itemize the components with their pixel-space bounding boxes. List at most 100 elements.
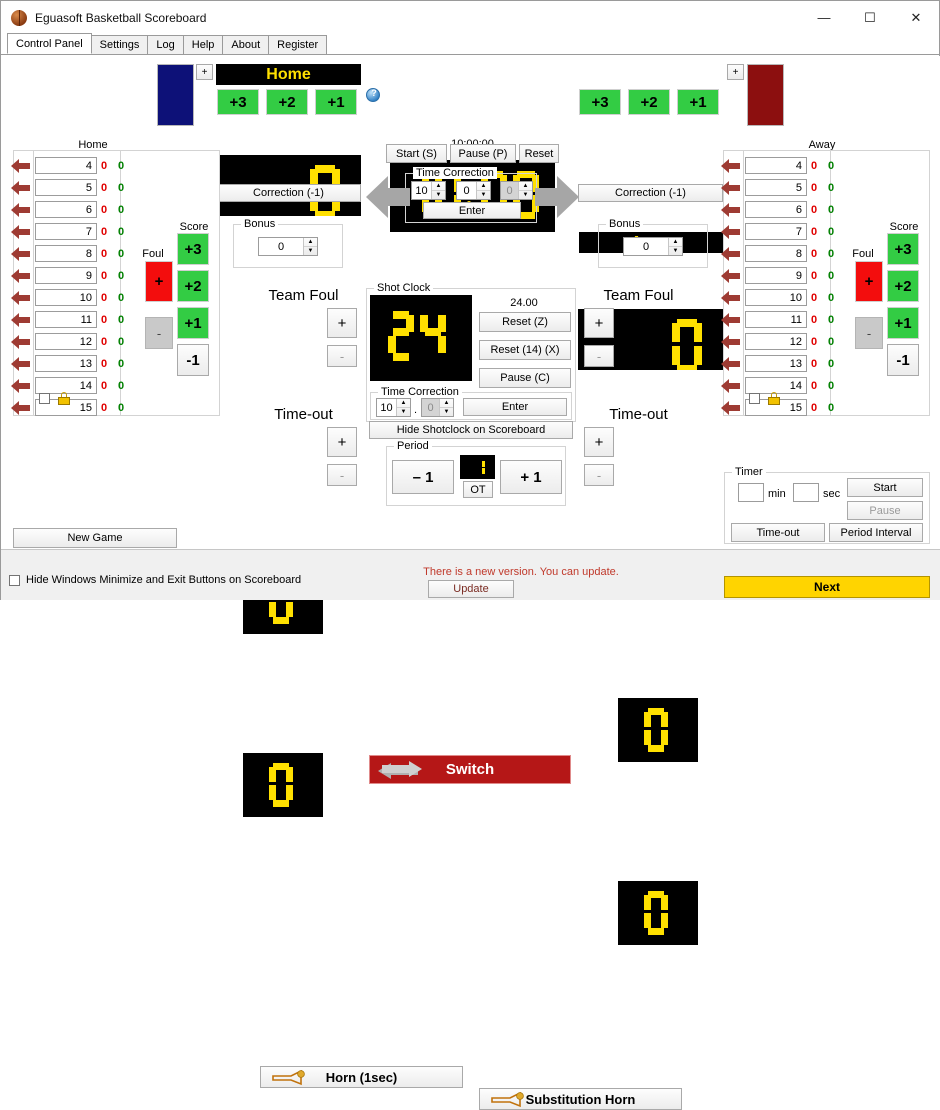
game-clock-corr-minutes-spinner[interactable]: ▲ ▼ — [476, 182, 490, 199]
home-timeout-plus-button[interactable]: + — [327, 427, 357, 457]
player-substitute-arrow-icon[interactable] — [11, 400, 30, 416]
shot-clock-pause-button[interactable]: Pause (C) — [479, 368, 571, 388]
player-substitute-arrow-icon[interactable] — [11, 224, 30, 240]
period-ot-button[interactable]: OT — [463, 481, 493, 498]
away-team-color[interactable] — [747, 64, 784, 126]
home-timeout-minus-button[interactable]: - — [327, 464, 357, 486]
hide-window-buttons-checkbox[interactable] — [9, 574, 20, 586]
away-add-1-button[interactable]: +1 — [677, 89, 719, 115]
horn-button[interactable]: Horn (1sec) — [260, 1066, 463, 1088]
player-number-input[interactable]: 7 — [35, 223, 97, 240]
home-team-color[interactable] — [157, 64, 194, 126]
player-number-input[interactable]: 11 — [745, 311, 807, 328]
player-number-input[interactable]: 6 — [35, 201, 97, 218]
minimize-icon[interactable]: — — [801, 1, 847, 34]
home-player-plus2-button[interactable]: +2 — [177, 270, 209, 302]
away-player-foul-plus-button[interactable]: + — [855, 261, 883, 302]
home-add-1-button[interactable]: +1 — [315, 89, 357, 115]
timer-period-interval-button[interactable]: Period Interval — [829, 523, 923, 542]
shot-clock-corr-seconds[interactable]: 10 ▲ ▼ — [376, 398, 411, 417]
away-player-plus3-button[interactable]: +3 — [887, 233, 919, 265]
tab-control-panel[interactable]: Control Panel — [7, 33, 92, 54]
away-add-3-button[interactable]: +3 — [579, 89, 621, 115]
away-timeout-plus-button[interactable]: + — [584, 427, 614, 457]
player-substitute-arrow-icon[interactable] — [721, 180, 740, 196]
player-number-input[interactable]: 13 — [745, 355, 807, 372]
game-clock-corr-seconds-spinner[interactable]: ▲ ▼ — [518, 182, 532, 199]
game-clock-corr-seconds[interactable]: 0 ▲ ▼ — [500, 181, 533, 200]
tab-settings[interactable]: Settings — [90, 35, 149, 54]
tab-about[interactable]: About — [222, 35, 270, 54]
timer-pause-button[interactable]: Pause — [847, 501, 923, 520]
close-icon[interactable]: ✕ — [893, 1, 939, 34]
player-number-input[interactable]: 8 — [35, 245, 97, 262]
player-number-input[interactable]: 10 — [35, 289, 97, 306]
away-roster-lock-icon[interactable] — [768, 392, 780, 405]
away-player-minus1-button[interactable]: -1 — [887, 344, 919, 376]
shot-clock-correction-enter-button[interactable]: Enter — [463, 398, 567, 416]
player-substitute-arrow-icon[interactable] — [11, 290, 30, 306]
away-player-foul-minus-button[interactable]: - — [855, 317, 883, 349]
game-clock-pause-button[interactable]: Pause (P) — [450, 144, 516, 163]
timer-sec-input[interactable] — [793, 483, 819, 502]
game-clock-corr-hours-spinner[interactable]: ▲ ▼ — [431, 182, 445, 199]
shot-clock-reset-button[interactable]: Reset (Z) — [479, 312, 571, 332]
tab-log[interactable]: Log — [147, 35, 184, 54]
player-substitute-arrow-icon[interactable] — [11, 378, 30, 394]
away-team-foul-plus-button[interactable]: + — [584, 308, 614, 338]
player-number-input[interactable]: 12 — [745, 333, 807, 350]
player-substitute-arrow-icon[interactable] — [721, 290, 740, 306]
player-substitute-arrow-icon[interactable] — [721, 158, 740, 174]
home-player-foul-minus-button[interactable]: - — [145, 317, 173, 349]
game-clock-start-button[interactable]: Start (S) — [386, 144, 447, 163]
player-substitute-arrow-icon[interactable] — [721, 224, 740, 240]
home-roster-lock-checkbox[interactable] — [39, 393, 50, 404]
substitution-horn-button[interactable]: Substitution Horn — [479, 1088, 682, 1110]
timer-start-button[interactable]: Start — [847, 478, 923, 497]
shot-clock-corr-tenths-spinner[interactable]: ▲ ▼ — [439, 399, 453, 416]
away-score-correction-button[interactable]: Correction (-1) — [578, 184, 723, 202]
home-player-plus1-button[interactable]: +1 — [177, 307, 209, 339]
period-minus-button[interactable]: – 1 — [392, 460, 454, 494]
player-substitute-arrow-icon[interactable] — [11, 334, 30, 350]
home-player-plus3-button[interactable]: +3 — [177, 233, 209, 265]
game-clock-reset-button[interactable]: Reset — [519, 144, 559, 163]
player-substitute-arrow-icon[interactable] — [11, 268, 30, 284]
home-team-foul-minus-button[interactable]: - — [327, 345, 357, 367]
player-substitute-arrow-icon[interactable] — [11, 180, 30, 196]
away-player-plus1-button[interactable]: +1 — [887, 307, 919, 339]
player-number-input[interactable]: 5 — [35, 179, 97, 196]
home-score-correction-button[interactable]: Correction (-1) — [216, 184, 361, 202]
home-bonus-spinner-arrows[interactable]: ▲ ▼ — [303, 238, 317, 255]
player-number-input[interactable]: 4 — [35, 157, 97, 174]
player-number-input[interactable]: 11 — [35, 311, 97, 328]
player-substitute-arrow-icon[interactable] — [11, 356, 30, 372]
player-number-input[interactable]: 9 — [745, 267, 807, 284]
away-add-2-button[interactable]: +2 — [628, 89, 670, 115]
player-number-input[interactable]: 10 — [745, 289, 807, 306]
timer-timeout-button[interactable]: Time-out — [731, 523, 825, 542]
player-substitute-arrow-icon[interactable] — [721, 246, 740, 262]
player-number-input[interactable]: 5 — [745, 179, 807, 196]
player-number-input[interactable]: 6 — [745, 201, 807, 218]
next-button[interactable]: Next — [724, 576, 930, 598]
shot-clock-corr-tenths[interactable]: 0 ▲ ▼ — [421, 398, 454, 417]
possession-arrow-left-icon[interactable] — [366, 172, 410, 222]
shot-clock-corr-seconds-spinner[interactable]: ▲ ▼ — [396, 399, 410, 416]
period-plus-button[interactable]: + 1 — [500, 460, 562, 494]
away-bonus-spinner[interactable]: 0 ▲ ▼ — [623, 237, 683, 256]
home-add-2-button[interactable]: +2 — [266, 89, 308, 115]
player-substitute-arrow-icon[interactable] — [721, 202, 740, 218]
home-player-foul-plus-button[interactable]: + — [145, 261, 173, 302]
home-help-icon[interactable]: ? — [366, 88, 380, 102]
game-clock-corr-hours[interactable]: 10 ▲ ▼ — [411, 181, 446, 200]
player-substitute-arrow-icon[interactable] — [11, 246, 30, 262]
player-number-input[interactable]: 4 — [745, 157, 807, 174]
player-number-input[interactable]: 8 — [745, 245, 807, 262]
player-substitute-arrow-icon[interactable] — [721, 334, 740, 350]
away-timeout-minus-button[interactable]: - — [584, 464, 614, 486]
new-game-button[interactable]: New Game — [13, 528, 177, 548]
game-clock-corr-minutes[interactable]: 0 ▲ ▼ — [456, 181, 491, 200]
away-roster-lock-checkbox[interactable] — [749, 393, 760, 404]
shot-clock-reset14-button[interactable]: Reset (14) (X) — [479, 340, 571, 360]
